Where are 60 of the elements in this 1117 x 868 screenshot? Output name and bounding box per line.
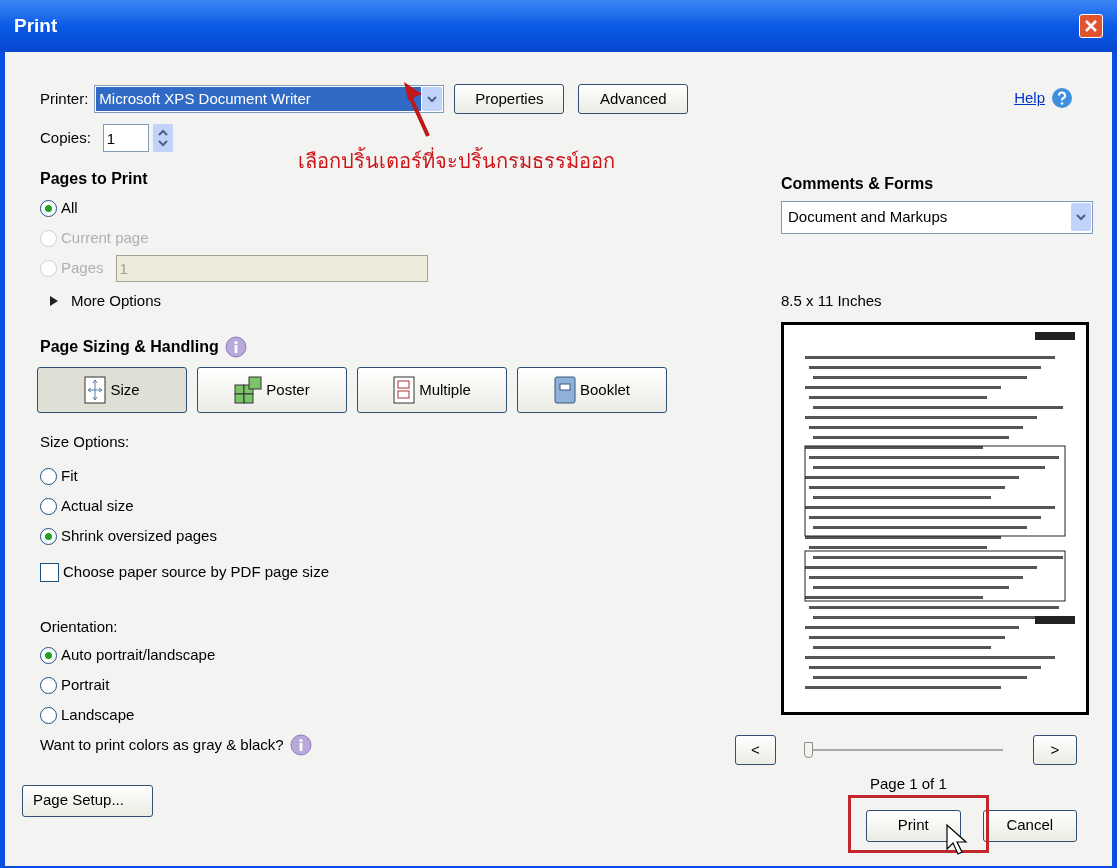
paper-size-label: 8.5 x 11 Inches xyxy=(781,290,883,311)
radio-label: Current page xyxy=(61,227,149,248)
radio-button[interactable] xyxy=(40,528,57,545)
booklet-icon xyxy=(553,376,576,404)
next-page-button[interactable]: > xyxy=(1032,735,1077,765)
radio-button[interactable] xyxy=(40,706,57,724)
mode-button[interactable]: Poster xyxy=(197,367,347,413)
radio-label: Actual size xyxy=(61,496,134,517)
radio-button[interactable] xyxy=(40,676,57,694)
help-link[interactable]: Help xyxy=(1014,87,1045,110)
radio-label: Fit xyxy=(61,466,78,487)
cancel-button[interactable]: Cancel xyxy=(982,809,1077,842)
radio-label: Portrait xyxy=(61,674,110,695)
section-heading: Page Sizing & Handling xyxy=(40,337,219,357)
mode-button[interactable]: Size xyxy=(37,367,187,413)
radio-label: All xyxy=(61,197,78,218)
printer-dropdown[interactable]: Microsoft XPS Document Writer xyxy=(94,85,445,113)
properties-button[interactable]: Properties xyxy=(454,84,565,114)
radio-button[interactable] xyxy=(40,646,57,664)
spinner-icon[interactable] xyxy=(152,124,173,152)
tiled-pages-icon xyxy=(234,376,263,404)
mode-button[interactable]: Multiple xyxy=(357,367,507,413)
print-mode-question: Want to print colors as gray & black? xyxy=(40,735,284,755)
copies-label: Copies: xyxy=(40,127,91,148)
expand-triangle-icon[interactable] xyxy=(50,296,58,306)
options-label: Orientation: xyxy=(40,616,119,637)
radio-label: Auto portrait/landscape xyxy=(61,644,216,665)
copies-field[interactable]: 1 xyxy=(102,124,149,152)
radio-button[interactable] xyxy=(40,199,57,217)
mode-button[interactable]: Booklet xyxy=(517,367,667,413)
help-icon[interactable] xyxy=(1051,87,1073,110)
close-icon xyxy=(1085,20,1097,32)
window-title: Print xyxy=(14,13,58,38)
slider-thumb[interactable] xyxy=(803,742,813,758)
advanced-button[interactable]: Advanced xyxy=(578,84,689,114)
checkbox[interactable] xyxy=(40,563,59,582)
more-options-toggle[interactable]: More Options xyxy=(71,289,162,313)
radio-label: Pages xyxy=(61,257,104,278)
mouse-cursor-icon xyxy=(946,824,968,856)
page-slider[interactable] xyxy=(803,741,1003,759)
printer-label: Printer: xyxy=(40,88,89,109)
page-setup-button[interactable]: Page Setup... xyxy=(22,784,153,817)
info-icon[interactable] xyxy=(289,734,312,757)
section-heading: Comments & Forms xyxy=(781,173,935,194)
info-icon[interactable] xyxy=(224,336,247,358)
radio-label: Landscape xyxy=(61,704,135,725)
multiple-pages-icon xyxy=(393,376,416,404)
checkbox-label: Choose paper source by PDF page size xyxy=(63,562,329,583)
print-button[interactable]: Print xyxy=(866,809,961,842)
page-indicator: Page 1 of 1 xyxy=(870,774,948,794)
comments-dropdown[interactable]: Document and Markups xyxy=(781,200,1093,234)
annotation-text: เลือกปริ้นเตอร์ที่จะปริ้นกรมธรรม์ออก xyxy=(298,146,615,175)
radio-button[interactable] xyxy=(40,498,57,515)
radio-button[interactable] xyxy=(40,468,57,485)
close-button[interactable] xyxy=(1079,14,1103,38)
options-label: Size Options: xyxy=(40,432,131,452)
section-heading: Pages to Print xyxy=(40,169,149,189)
radio-label: Shrink oversized pages xyxy=(61,526,217,547)
page-arrows-icon xyxy=(84,376,107,404)
previous-page-button[interactable]: < xyxy=(735,735,776,765)
